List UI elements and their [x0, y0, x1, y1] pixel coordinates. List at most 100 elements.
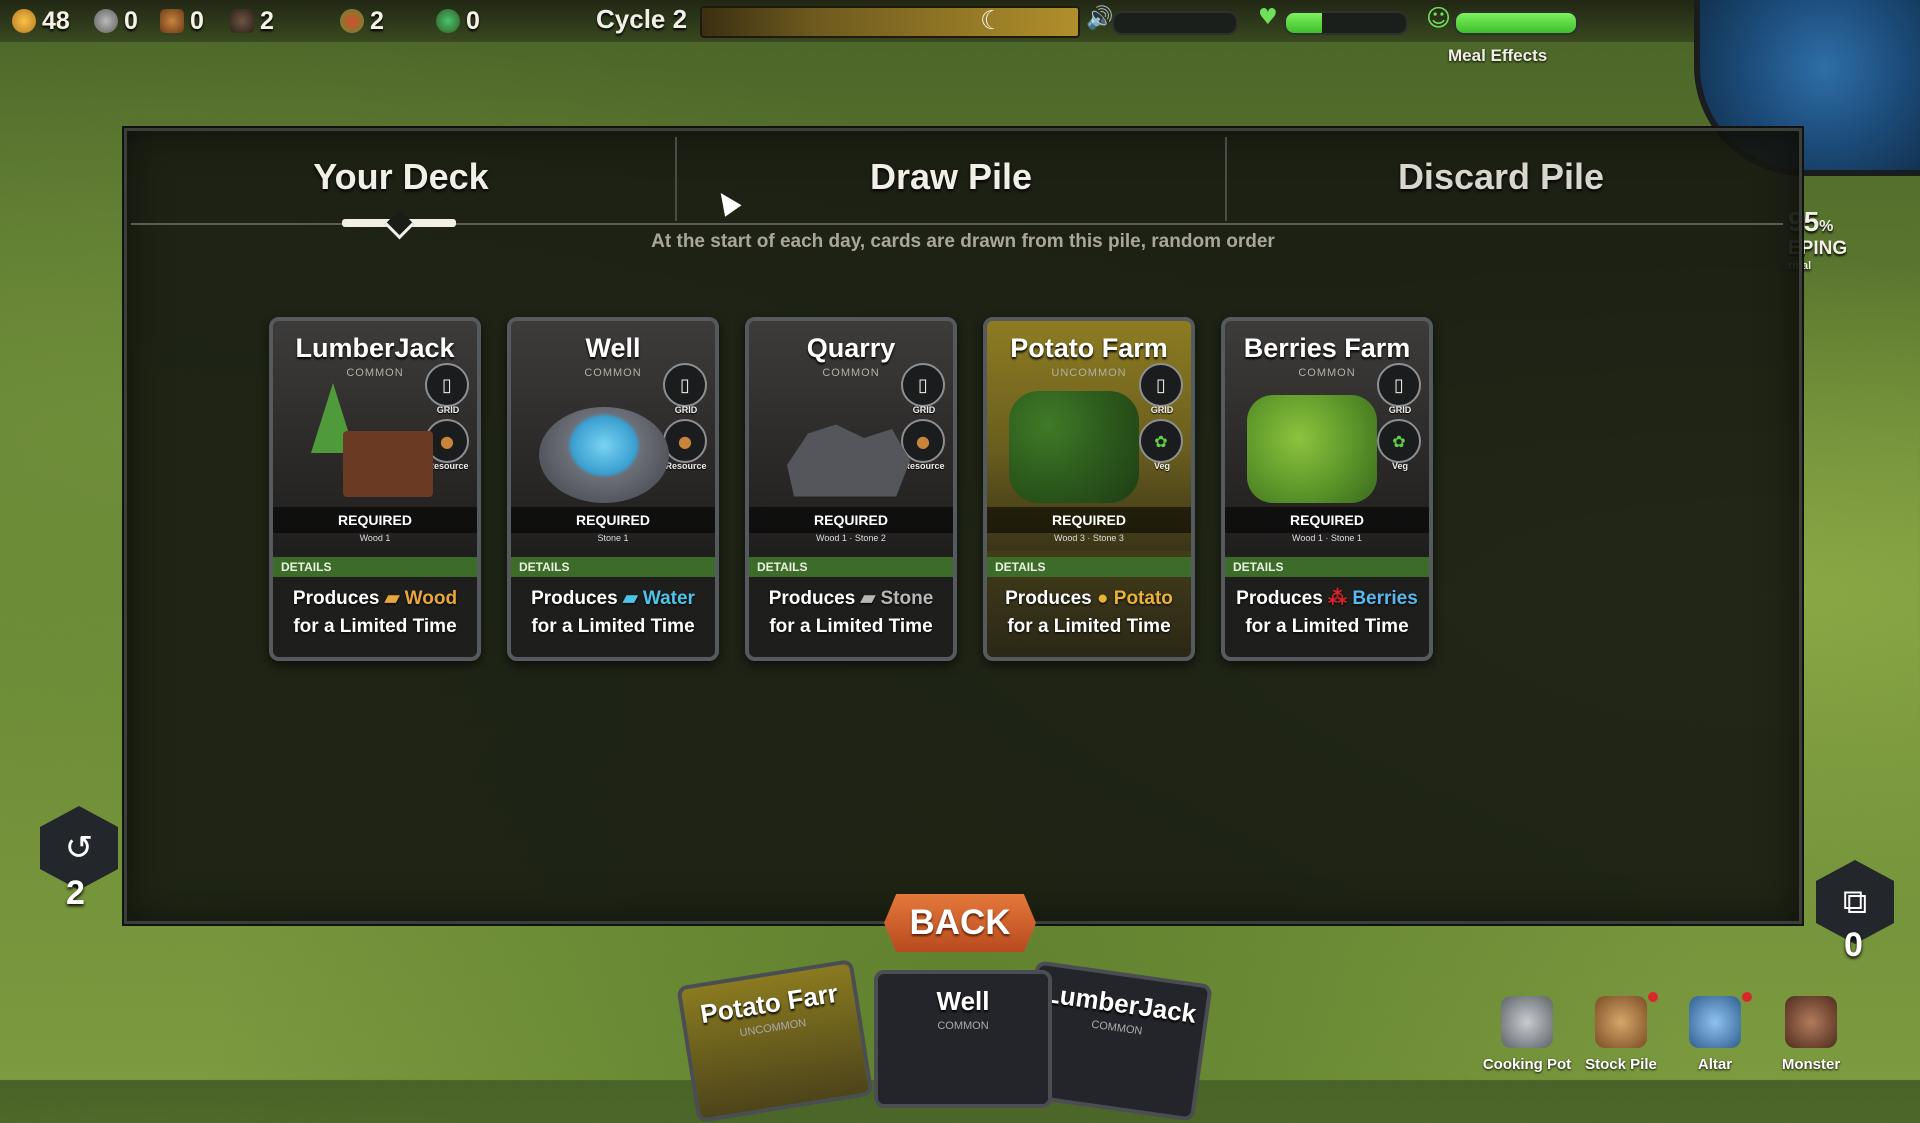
monster-icon [1785, 996, 1837, 1048]
meal-effects-label[interactable]: Meal Effects [1448, 46, 1547, 66]
card-effect: Produces ⁂ Berries for a Limited Time [1225, 585, 1429, 641]
ore-counter: 2 [230, 6, 274, 36]
pile-hint: At the start of each day, cards are draw… [651, 231, 1275, 252]
monster-button[interactable]: Monster [1766, 996, 1856, 1080]
discard-pile-count: 0 [1844, 926, 1863, 964]
heart-icon: ♥ [1258, 5, 1278, 30]
tab-draw-pile[interactable]: Draw Pile [677, 131, 1225, 223]
draw-pile-count: 2 [66, 874, 85, 912]
back-button[interactable]: BACK [884, 894, 1036, 952]
happiness-bar [1454, 11, 1578, 35]
card-lumberjack[interactable]: LumberJack COMMON ▯ GRID ● Resource REQU… [269, 317, 481, 661]
sound-bar[interactable] [1112, 11, 1238, 35]
card-potato-farm[interactable]: Potato Farm UNCOMMON ▯ GRID ✿ Veg REQUIR… [983, 317, 1195, 661]
required-label: REQUIRED [987, 507, 1191, 533]
card-name: Well [585, 333, 641, 363]
duration-label: for a Limited Time [531, 616, 695, 637]
resource-name: Potato [1113, 588, 1173, 609]
vegetable-value: 2 [370, 6, 384, 35]
smile-icon: ☺ [1426, 4, 1452, 32]
grid-icon: ▯ [1377, 363, 1421, 407]
altar-label: Altar [1697, 1056, 1733, 1073]
card-effect: Produces ● Potato for a Limited Time [987, 585, 1191, 641]
resource-name: Stone [880, 588, 934, 609]
stock-pile-label: Stock Pile [1585, 1056, 1657, 1073]
cooking-pot-label: Cooking Pot [1482, 1056, 1572, 1073]
duration-label: for a Limited Time [769, 616, 933, 637]
water-icon: ▰ [622, 588, 638, 609]
duration-label: for a Limited Time [293, 616, 457, 637]
food-value: 48 [42, 6, 70, 35]
produces-label: Produces [531, 588, 618, 609]
resource-name: Water [642, 588, 695, 609]
required-items: Wood 1 · Stone 1 [1292, 533, 1362, 543]
altar-icon [1689, 996, 1741, 1048]
details-link[interactable]: DETAILS [511, 557, 715, 577]
pot-counter: 0 [436, 6, 480, 36]
card-name: Quarry [806, 333, 896, 363]
hand-card-rarity: COMMON [937, 1020, 989, 1032]
alert-dot [1742, 992, 1752, 1002]
hand-card-potato-farm[interactable]: Potato Farr UNCOMMON [676, 958, 874, 1123]
produces-label: Produces [292, 588, 380, 609]
produces-label: Produces [1005, 588, 1092, 609]
cycle-label: Cycle 2 [596, 4, 688, 34]
card-effect: Produces ▰ Wood for a Limited Time [273, 585, 477, 641]
resource-name: Wood [404, 588, 458, 609]
sound-icon[interactable]: 🔊 [1086, 6, 1113, 31]
produces-label: Produces [1236, 588, 1323, 609]
card-berries-farm[interactable]: Berries Farm COMMON ▯ GRID ✿ Veg REQUIRE… [1221, 317, 1433, 661]
discard-cards-icon: ⧉ [1842, 882, 1868, 922]
required-items: Wood 1 [359, 533, 391, 543]
grid-label: GRID [1150, 405, 1174, 415]
draw-cards-icon: ↺ [64, 828, 94, 868]
grid-icon: ▯ [425, 363, 469, 407]
grid-icon: ▯ [663, 363, 707, 407]
required-label: REQUIRED [749, 507, 953, 533]
category-label: Veg [1391, 461, 1408, 471]
duration-label: for a Limited Time [1245, 616, 1409, 637]
details-link[interactable]: DETAILS [749, 557, 953, 577]
potato-plants-art-icon [1009, 391, 1139, 503]
card-name: LumberJack [295, 333, 455, 363]
details-link[interactable]: DETAILS [987, 557, 1191, 577]
day-progress-bar: ☾ [700, 6, 1080, 38]
card-well[interactable]: Well COMMON ▯ GRID ● Resource REQUIRED S… [507, 317, 719, 661]
card-name: Berries Farm [1243, 333, 1411, 363]
grid-label: GRID [1388, 405, 1412, 415]
duration-label: for a Limited Time [1007, 616, 1171, 637]
required-items: Stone 1 [597, 533, 629, 543]
stock-pile-icon [1595, 996, 1647, 1048]
details-link[interactable]: DETAILS [1225, 557, 1429, 577]
details-link[interactable]: DETAILS [273, 557, 477, 577]
top-hud: 48 0 0 2 2 0 Cycle 2 ☾ 🔊 ♥ ☺ [0, 0, 1920, 42]
pot-value: 0 [466, 6, 480, 35]
tab-discard-pile[interactable]: Discard Pile [1227, 131, 1775, 223]
berry-bushes-art-icon [1247, 395, 1377, 503]
vegetable-counter: 2 [340, 6, 384, 36]
tab-your-deck[interactable]: Your Deck [127, 131, 675, 223]
veg-category-icon: ✿ [1377, 419, 1421, 463]
happiness-fill [1456, 13, 1576, 33]
cooking-pot-button[interactable]: Cooking Pot [1482, 996, 1572, 1080]
grid-label: GRID [674, 405, 698, 415]
stone-icon [94, 9, 118, 33]
alert-dot [1648, 992, 1658, 1002]
required-items: Wood 3 · Stone 3 [1054, 533, 1124, 543]
wood-icon: ▰ [384, 588, 400, 609]
altar-button[interactable]: Altar [1670, 992, 1760, 1080]
ore-icon [230, 9, 254, 33]
moon-icon: ☾ [980, 6, 1004, 36]
stock-pile-button[interactable]: Stock Pile [1576, 992, 1666, 1080]
card-effect: Produces ▰ Stone for a Limited Time [749, 585, 953, 641]
required-label: REQUIRED [273, 507, 477, 533]
card-effect: Produces ▰ Water for a Limited Time [511, 585, 715, 641]
stone-icon: ▰ [860, 588, 876, 609]
hand-card-well[interactable]: Well COMMON [874, 970, 1052, 1108]
resource-name: Berries [1352, 588, 1418, 609]
card-quarry[interactable]: Quarry COMMON ▯ GRID ● Resource REQUIRED… [745, 317, 957, 661]
veg-category-icon: ✿ [1139, 419, 1183, 463]
card-name: Potato Farm [1010, 333, 1168, 363]
stone-counter: 0 [94, 6, 138, 36]
grid-label: GRID [436, 405, 460, 415]
